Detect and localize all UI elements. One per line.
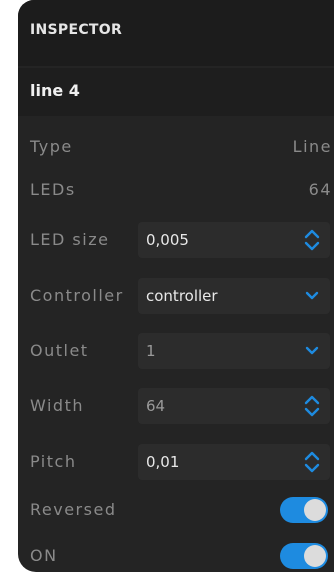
- chevron-down-icon[interactable]: [302, 282, 322, 310]
- on-label: ON: [30, 546, 58, 565]
- pitch-stepper[interactable]: 0,01: [138, 444, 330, 480]
- inspector-panel: INSPECTOR line 4 Type Line LEDs 64 LED s…: [18, 0, 334, 572]
- on-toggle[interactable]: [280, 543, 328, 569]
- toggle-knob: [304, 499, 326, 521]
- controller-label: Controller: [30, 286, 124, 305]
- reversed-toggle[interactable]: [280, 497, 328, 523]
- outlet-select[interactable]: 1: [138, 333, 330, 369]
- object-name-bar: line 4: [18, 68, 334, 116]
- pitch-value: 0,01: [146, 453, 180, 471]
- width-stepper[interactable]: 64: [138, 388, 330, 424]
- width-value: 64: [146, 397, 166, 415]
- inspector-header: INSPECTOR: [18, 0, 334, 66]
- reversed-label: Reversed: [30, 500, 117, 519]
- chevron-up-down-icon[interactable]: [302, 448, 322, 476]
- type-value: Line: [292, 137, 332, 156]
- led-size-stepper[interactable]: 0,005: [138, 222, 330, 258]
- chevron-down-icon[interactable]: [302, 337, 322, 365]
- led-size-value: 0,005: [146, 231, 189, 249]
- type-label: Type: [30, 137, 73, 156]
- chevron-up-down-icon[interactable]: [302, 392, 322, 420]
- leds-value: 64: [308, 180, 332, 199]
- outlet-value: 1: [146, 342, 156, 360]
- toggle-knob: [304, 545, 326, 567]
- inspector-title: INSPECTOR: [30, 22, 123, 38]
- object-name: line 4: [30, 81, 80, 100]
- controller-value: controller: [146, 287, 218, 305]
- width-label: Width: [30, 396, 84, 415]
- chevron-up-down-icon[interactable]: [302, 226, 322, 254]
- led-size-label: LED size: [30, 230, 110, 249]
- controller-select[interactable]: controller: [138, 278, 330, 314]
- leds-label: LEDs: [30, 180, 76, 199]
- outlet-label: Outlet: [30, 341, 89, 360]
- pitch-label: Pitch: [30, 452, 77, 471]
